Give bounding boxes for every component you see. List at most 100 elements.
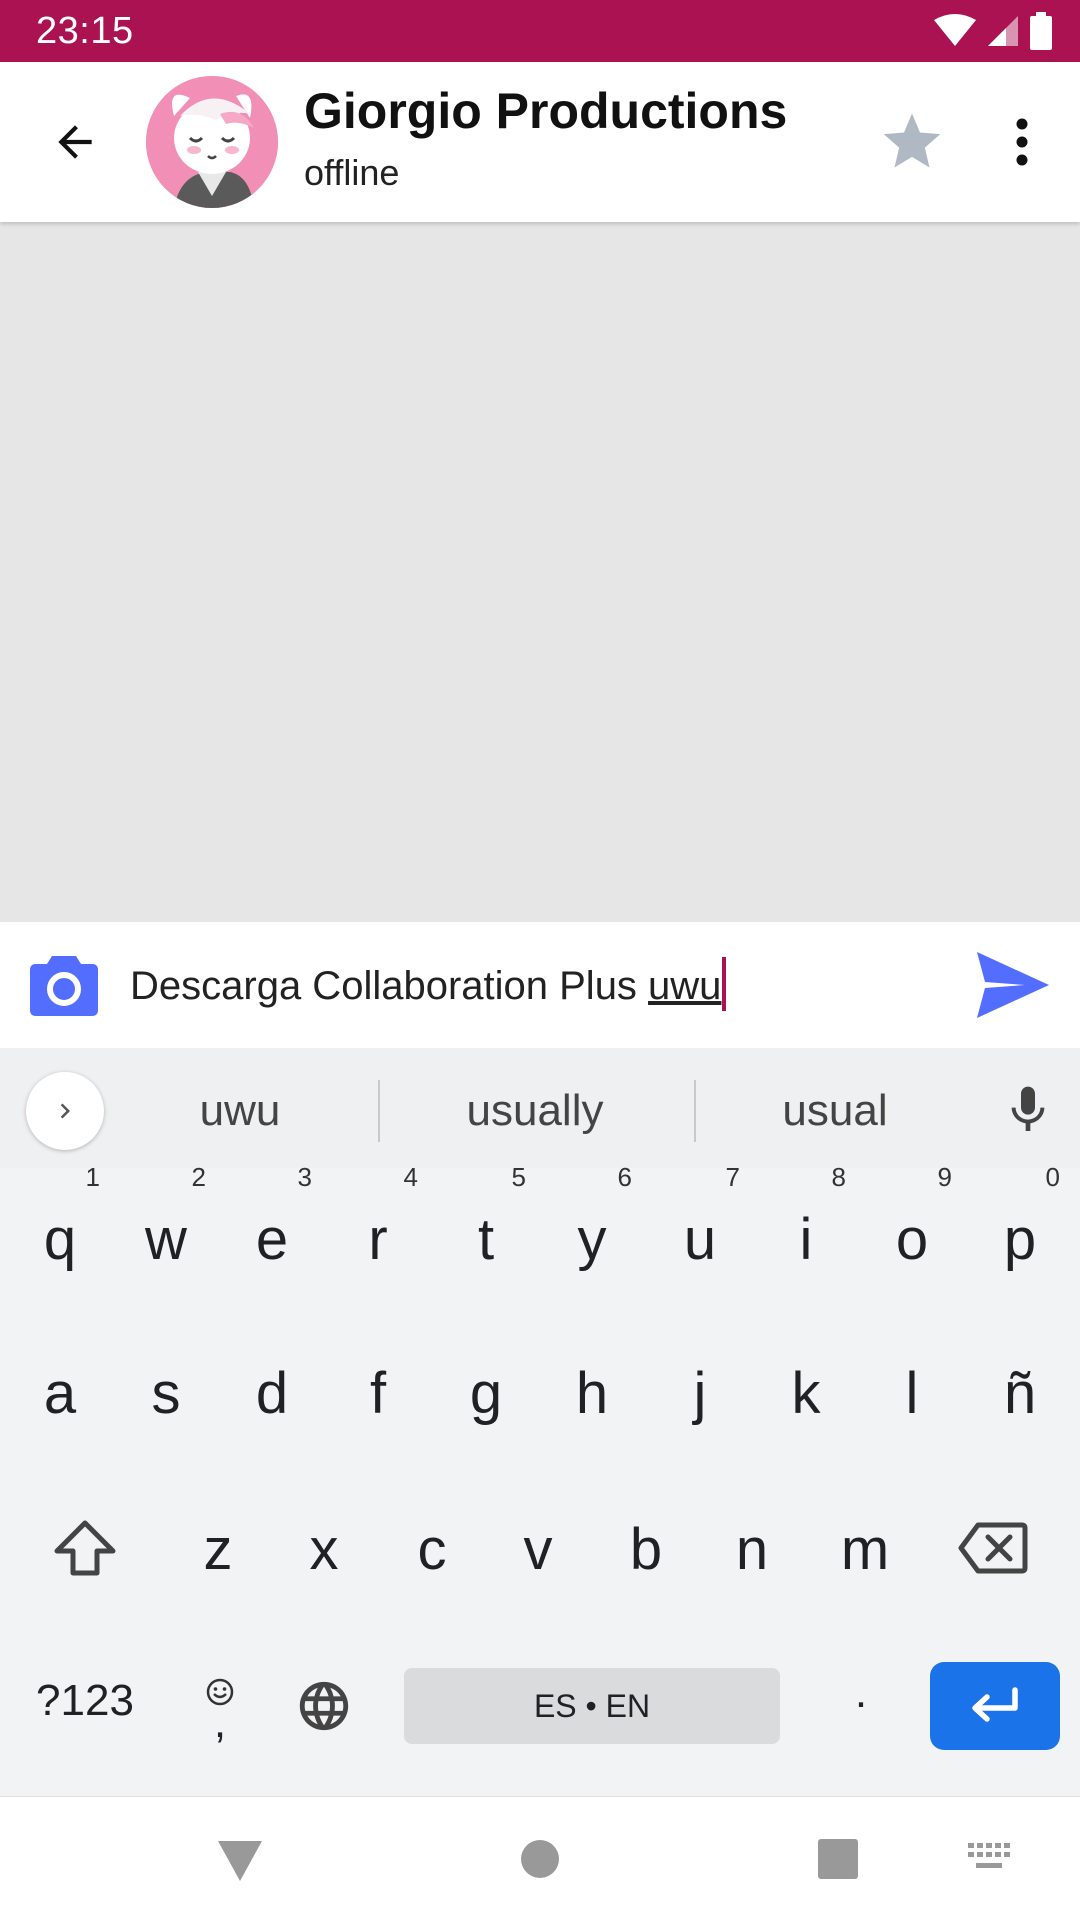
key-e[interactable]: e3 [232,1162,312,1273]
key-n-tilde[interactable]: ñ [980,1360,1060,1427]
key-s[interactable]: s [126,1360,206,1427]
arrow-back-icon [58,125,92,159]
backspace-icon [958,1522,1028,1574]
avatar[interactable] [146,76,278,208]
key-hint: 8 [831,1162,846,1192]
key-label: i [799,1207,813,1272]
key-n[interactable]: n [712,1516,792,1583]
avatar-image [146,76,278,208]
contact-name[interactable]: Giorgio Productions [304,82,787,140]
space-key[interactable]: ES • EN [404,1668,780,1744]
key-label: y [577,1207,607,1272]
battery-icon [1030,12,1052,50]
comma-label: , [213,1698,227,1747]
key-z[interactable]: z [178,1516,258,1583]
message-list[interactable] [0,222,1080,922]
key-h[interactable]: h [552,1360,632,1427]
globe-icon [299,1681,349,1731]
chevron-right-icon [60,1103,70,1119]
symbols-key[interactable]: ?123 [24,1676,146,1726]
key-c[interactable]: c [392,1516,472,1583]
suggestion-strip: uwu usually usual [0,1048,1080,1168]
home-nav-icon[interactable] [520,1839,560,1879]
status-icons [934,12,1052,50]
signal-icon [988,16,1018,46]
shift-key[interactable] [40,1508,130,1588]
key-m[interactable]: m [820,1516,910,1583]
suggestion-1[interactable]: uwu [150,1086,330,1136]
key-k[interactable]: k [766,1360,846,1427]
key-i[interactable]: i8 [766,1162,846,1273]
key-label: p [1003,1207,1037,1272]
key-hint: 5 [511,1162,526,1192]
message-composer: Descarga Collaboration Plus uwu [0,922,1080,1048]
wifi-icon [934,14,976,46]
chat-header: Giorgio Productions offline [0,62,1080,222]
key-label: t [477,1207,495,1272]
key-p[interactable]: p0 [980,1162,1060,1273]
key-f[interactable]: f [338,1360,418,1427]
status-bar: 23:15 [0,0,1080,62]
key-x[interactable]: x [284,1516,364,1583]
key-label: u [683,1207,717,1272]
navigation-bar [0,1796,1080,1920]
keyboard-switch-icon[interactable] [968,1843,1010,1873]
camera-button[interactable] [30,952,98,1016]
text-cursor [722,957,727,1011]
key-hint: 6 [617,1162,632,1192]
shift-icon [54,1520,116,1576]
backspace-key[interactable] [950,1508,1036,1588]
key-label: e [255,1207,289,1272]
enter-key[interactable] [930,1662,1060,1750]
favorite-button[interactable] [872,102,952,182]
key-j[interactable]: j [660,1360,740,1427]
voice-input-button[interactable] [1000,1078,1056,1142]
contact-status: offline [304,152,400,193]
key-q[interactable]: q1 [20,1162,100,1273]
language-key[interactable] [292,1674,356,1738]
suggestion-divider [378,1080,380,1142]
more-vert-icon [1016,118,1028,166]
key-y[interactable]: y6 [552,1162,633,1273]
soft-keyboard: uwu usually usual q1 w2 e3 r4 t5 y6 u7 i… [0,1048,1080,1796]
keyboard-menu-button[interactable] [26,1072,104,1150]
message-input[interactable]: Descarga Collaboration Plus uwu [130,957,950,1013]
back-button[interactable] [40,107,110,177]
suggestion-divider [694,1080,696,1142]
key-r[interactable]: r4 [338,1162,418,1273]
back-nav-icon[interactable] [216,1839,264,1883]
key-label: r [368,1207,388,1272]
message-text: Descarga Collaboration Plus [130,964,649,1008]
key-o[interactable]: o9 [872,1162,952,1273]
microphone-icon [1011,1086,1045,1131]
key-label: w [145,1207,187,1272]
key-g[interactable]: g [446,1360,526,1427]
key-a[interactable]: a [20,1360,100,1427]
key-hint: 3 [297,1162,312,1192]
key-d[interactable]: d [232,1360,312,1427]
recents-nav-icon[interactable] [818,1839,858,1879]
camera-icon [30,956,98,1016]
key-hint: 7 [725,1162,740,1192]
key-l[interactable]: l [872,1360,952,1427]
key-label: q [43,1207,77,1272]
send-button[interactable] [975,950,1051,1020]
key-v[interactable]: v [498,1516,578,1583]
status-time: 23:15 [36,10,134,52]
key-w[interactable]: w2 [126,1162,206,1273]
star-icon [883,113,941,168]
suggestion-2[interactable]: usually [430,1086,640,1136]
send-icon [977,952,1049,1018]
key-hint: 9 [937,1162,952,1192]
comma-key[interactable]: , [192,1660,248,1756]
period-key[interactable]: . [836,1668,886,1718]
key-t[interactable]: t5 [446,1162,526,1273]
enter-icon [972,1687,1018,1722]
more-options-button[interactable] [1000,102,1044,182]
suggestion-3[interactable]: usual [740,1086,930,1136]
key-hint: 2 [191,1162,206,1192]
key-b[interactable]: b [606,1516,686,1583]
key-hint: 4 [403,1162,418,1192]
composing-word: uwu [648,964,722,1008]
key-u[interactable]: u7 [660,1162,740,1273]
